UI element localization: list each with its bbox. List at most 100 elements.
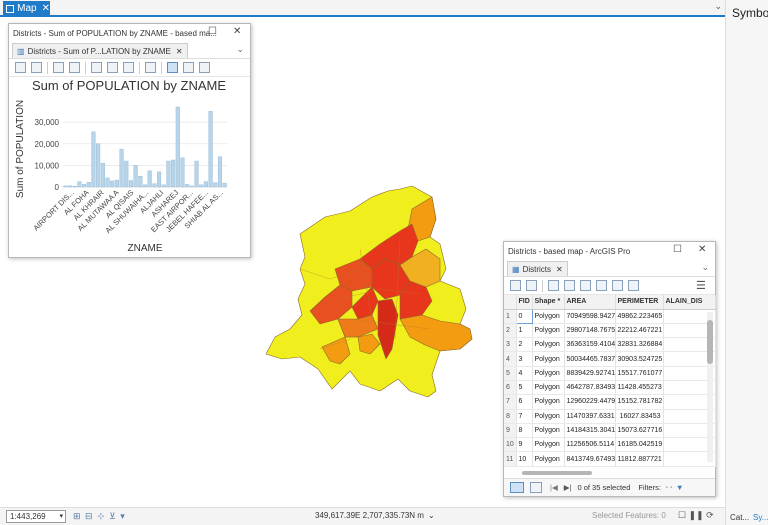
row-number[interactable]: 5 xyxy=(504,366,517,381)
scroll-thumb[interactable] xyxy=(707,320,713,364)
navigation-tools[interactable]: ⊞ ⊟ ⊹ ⊻ ▾ xyxy=(73,511,126,522)
perimeter-cell[interactable]: 16185.042519 xyxy=(615,437,664,453)
select-icon[interactable] xyxy=(167,62,178,73)
show-selected-icon[interactable] xyxy=(530,482,542,493)
area-cell[interactable]: 70949598.9427 xyxy=(564,309,616,324)
area-cell[interactable]: 4642787.83493 xyxy=(564,380,616,396)
area-cell[interactable]: 8839429.92741 xyxy=(564,366,616,381)
fid-cell[interactable]: 10 xyxy=(516,451,533,467)
vertical-scrollbar[interactable] xyxy=(707,312,713,462)
area-cell[interactable]: 29807148.7675 xyxy=(564,323,616,339)
table-row[interactable]: 8 7 Polygon 11470397.6331 16027.83453 xyxy=(504,409,716,424)
area-cell[interactable]: 12960229.4479 xyxy=(564,394,616,410)
perimeter-cell[interactable]: 11812.887721 xyxy=(615,451,664,467)
tab-symbology[interactable]: Sy... xyxy=(753,513,768,522)
shape-cell[interactable]: Polygon xyxy=(532,423,565,439)
table-row[interactable]: 4 3 Polygon 50034465.7837 30903.524725 xyxy=(504,351,716,367)
shape-cell[interactable]: Polygon xyxy=(532,394,565,410)
map-tab[interactable]: Map ✕ xyxy=(3,1,50,16)
perimeter-cell[interactable]: 32831.326884 xyxy=(615,337,664,353)
table-icon[interactable] xyxy=(91,62,102,73)
shape-cell[interactable]: Polygon xyxy=(532,451,565,467)
filter-extent-icon[interactable] xyxy=(69,62,80,73)
tab-catalog[interactable]: Cat... xyxy=(730,513,749,522)
fid-cell[interactable]: 9 xyxy=(516,437,533,453)
properties-icon[interactable] xyxy=(15,62,26,73)
perimeter-cell[interactable]: 49862.223465 xyxy=(615,309,664,324)
maximize-icon[interactable]: ☐ xyxy=(208,26,217,37)
shape-cell[interactable]: Polygon xyxy=(532,437,565,453)
perimeter-cell[interactable]: 16027.83453 xyxy=(615,409,664,424)
tab-chart[interactable]: ▥ Districts - Sum of P...LATION by ZNAME… xyxy=(12,43,188,58)
row-number[interactable]: 11 xyxy=(504,451,517,467)
attribute-table[interactable]: FID Shape * AREA PERIMETER ALAIN_DIS 10P… xyxy=(504,295,716,467)
close-icon[interactable]: ✕ xyxy=(176,47,183,56)
add-field-icon[interactable] xyxy=(526,280,537,291)
row-number[interactable]: 6 xyxy=(504,380,517,396)
fid-cell[interactable]: 7 xyxy=(516,409,533,424)
chevron-down-icon[interactable]: ⌄ xyxy=(714,1,722,12)
area-cell[interactable]: 11256506.5114 xyxy=(564,437,616,453)
table-row[interactable]: 5 4 Polygon 8839429.92741 15517.761077 xyxy=(504,366,716,381)
table-row[interactable]: 2 1 Polygon 29807148.7675 22212.467221 xyxy=(504,323,716,339)
column-header[interactable]: AREA xyxy=(564,295,616,310)
column-header[interactable]: Shape * xyxy=(532,295,565,310)
show-all-records-icon[interactable] xyxy=(510,482,524,493)
maximize-icon[interactable]: ☐ xyxy=(673,244,682,255)
axis-icon[interactable] xyxy=(145,62,156,73)
status-controls[interactable]: ☐ ❚❚ ⟳ xyxy=(678,510,714,521)
column-header[interactable]: PERIMETER xyxy=(615,295,664,310)
menu-icon[interactable]: ☰ xyxy=(696,279,706,292)
shape-cell[interactable]: Polygon xyxy=(532,351,565,367)
last-page-icon[interactable]: ▶| xyxy=(564,483,572,492)
row-number[interactable]: 3 xyxy=(504,337,517,353)
area-cell[interactable]: 11470397.6331 xyxy=(564,409,616,424)
area-cell[interactable]: 36363159.4104 xyxy=(564,337,616,353)
table-window-titlebar[interactable]: Districts - based map - ArcGIS Pro ☐ ✕ xyxy=(504,242,715,260)
shape-cell[interactable]: Polygon xyxy=(532,323,565,339)
table-row[interactable]: 6 5 Polygon 4642787.83493 11428.455273 xyxy=(504,380,716,396)
chart-area[interactable]: Sum of POPULATION by ZNAME 0 10,000 20,000 3… xyxy=(9,77,250,257)
scroll-thumb[interactable] xyxy=(522,471,592,475)
fid-cell[interactable]: 8 xyxy=(516,423,533,439)
chevron-down-icon[interactable]: ▾ xyxy=(59,511,63,522)
horizontal-scrollbar[interactable] xyxy=(514,470,699,476)
scale-input[interactable]: 1:443,269 ▾ xyxy=(6,510,66,523)
table-row[interactable]: 3 2 Polygon 36363159.4104 32831.326884 xyxy=(504,337,716,353)
shape-cell[interactable]: Polygon xyxy=(532,337,565,353)
column-header[interactable]: ALAIN_DIS xyxy=(663,295,716,310)
table-row[interactable]: 9 8 Polygon 14184315.3041 15073.627716 xyxy=(504,423,716,439)
first-page-icon[interactable]: |◀ xyxy=(550,483,558,492)
fid-cell[interactable]: 3 xyxy=(516,351,533,367)
filter-icon[interactable]: ◔◔ xyxy=(664,483,673,492)
close-icon[interactable]: ✕ xyxy=(698,244,706,255)
fid-cell[interactable]: 6 xyxy=(516,394,533,410)
table-row[interactable]: 7 6 Polygon 12960229.4479 15152.781782 xyxy=(504,394,716,410)
row-number[interactable]: 10 xyxy=(504,437,517,453)
perimeter-cell[interactable]: 22212.467221 xyxy=(615,323,664,339)
zoom-to-selection-icon[interactable] xyxy=(564,280,575,291)
row-number[interactable]: 8 xyxy=(504,409,517,424)
close-icon[interactable]: ✕ xyxy=(233,26,241,37)
row-number[interactable]: 7 xyxy=(504,394,517,410)
grid-icon[interactable] xyxy=(199,62,210,73)
fid-cell[interactable]: 1 xyxy=(516,323,533,339)
shape-cell[interactable]: Polygon xyxy=(532,309,565,324)
chart-window[interactable]: Districts - Sum of POPULATION by ZNAME -… xyxy=(8,23,251,258)
bar-chart[interactable]: Sum of POPULATION by ZNAME 0 10,000 20,000 3… xyxy=(9,77,250,257)
chevron-down-icon[interactable]: ⌄ xyxy=(236,44,244,55)
close-icon[interactable]: ✕ xyxy=(556,265,563,274)
clear-selection-icon[interactable] xyxy=(596,280,607,291)
delete-icon[interactable] xyxy=(612,280,623,291)
chart-window-titlebar[interactable]: Districts - Sum of POPULATION by ZNAME -… xyxy=(9,24,250,42)
filter-toggle-icon[interactable]: ▼ xyxy=(676,483,683,492)
row-number[interactable]: 9 xyxy=(504,423,517,439)
field-view-icon[interactable] xyxy=(510,280,521,291)
fid-cell[interactable]: 2 xyxy=(516,337,533,353)
chevron-down-icon[interactable]: ⌄ xyxy=(701,262,709,273)
chart-type-icon[interactable] xyxy=(31,62,42,73)
perimeter-cell[interactable]: 30903.524725 xyxy=(615,351,664,367)
row-number[interactable]: 4 xyxy=(504,351,517,367)
row-number[interactable]: 2 xyxy=(504,323,517,339)
row-number[interactable]: 1 xyxy=(504,309,517,324)
